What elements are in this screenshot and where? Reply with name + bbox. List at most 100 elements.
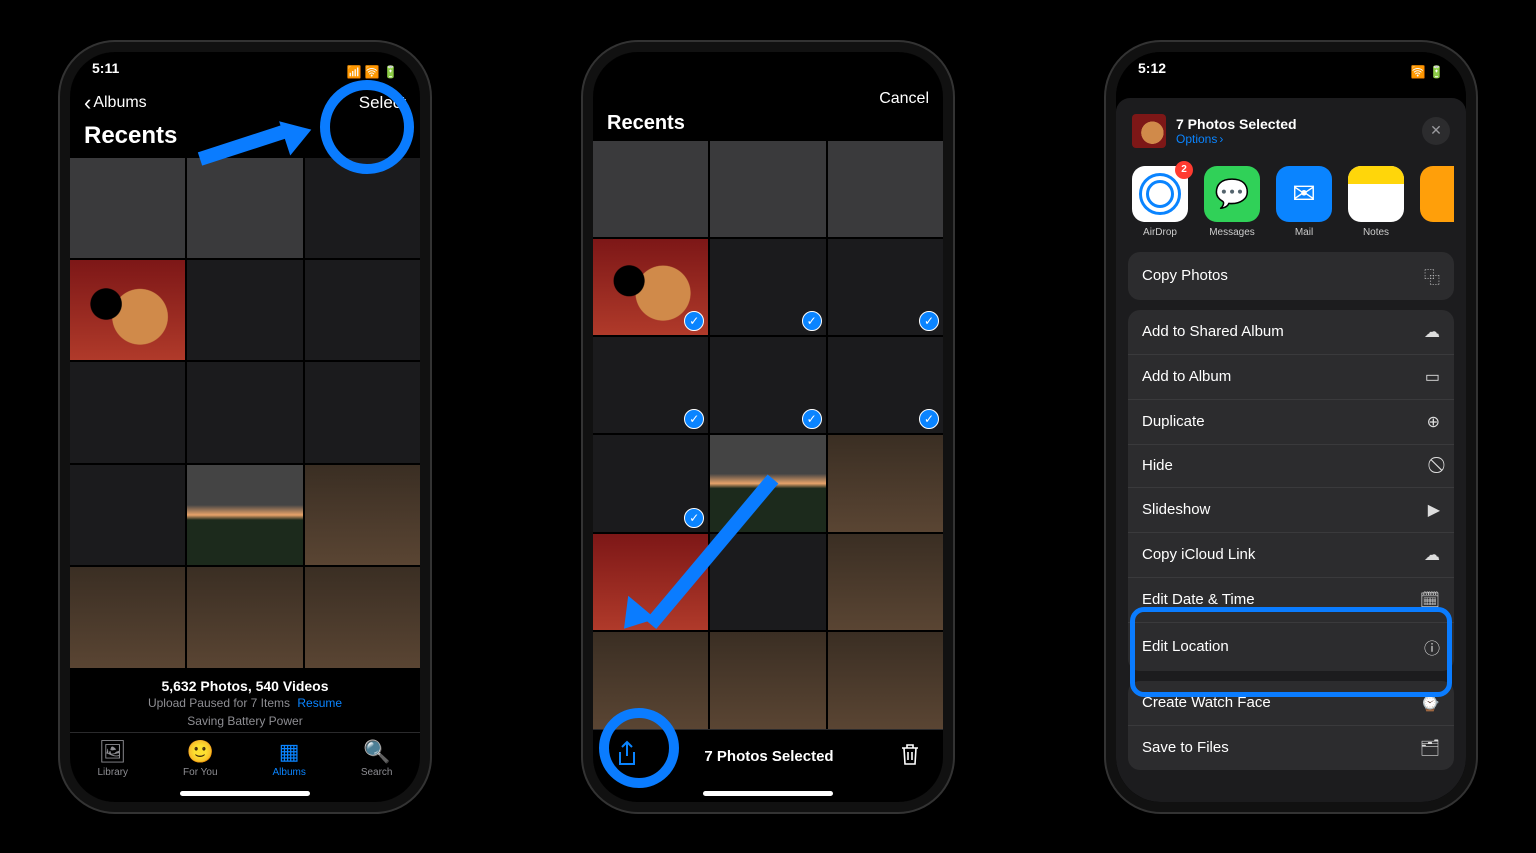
photo-thumb[interactable]: ✓ <box>710 337 825 433</box>
action-copy-photos[interactable]: Copy Photos⿻ <box>1128 252 1454 300</box>
photo-thumb[interactable] <box>593 141 708 237</box>
copy-icon: ⿻ <box>1424 264 1440 288</box>
photo-thumb[interactable] <box>187 158 302 258</box>
photo-thumb[interactable] <box>305 158 420 258</box>
action-duplicate[interactable]: Duplicate⊕ <box>1128 400 1454 445</box>
close-button[interactable]: ✕ <box>1422 117 1450 145</box>
tab-foryou[interactable]: 🙂For You <box>183 739 217 778</box>
photo-grid: ✓ ✓ ✓ ✓ ✓ ✓ ✓ <box>593 141 943 729</box>
photo-thumb[interactable] <box>187 465 302 565</box>
action-shared-album[interactable]: Add to Shared Album☁ <box>1128 310 1454 355</box>
upload-status: Upload Paused for 7 Items Resume <box>70 696 420 714</box>
phone-2: Cancel Recents ✓ ✓ ✓ ✓ ✓ ✓ ✓ 7 Ph <box>583 42 953 812</box>
check-icon: ✓ <box>684 508 704 528</box>
share-app-airdrop[interactable]: 2 AirDrop <box>1132 166 1188 238</box>
photo-thumb[interactable]: ✓ <box>593 239 708 335</box>
action-icloud-link[interactable]: Copy iCloud Link☁ <box>1128 533 1454 578</box>
share-app-notes[interactable]: Notes <box>1348 166 1404 238</box>
home-indicator[interactable] <box>703 791 833 796</box>
photo-thumb[interactable] <box>710 534 825 630</box>
photo-thumb[interactable] <box>710 435 825 531</box>
search-icon: 🔍 <box>363 739 390 765</box>
home-indicator[interactable] <box>180 791 310 796</box>
status-icons: 📶 🛜 🔋 <box>347 60 399 84</box>
resume-link[interactable]: Resume <box>297 696 342 710</box>
photo-grid <box>70 158 420 668</box>
battery-status: Saving Battery Power <box>70 714 420 732</box>
badge: 2 <box>1175 161 1193 179</box>
photo-thumb[interactable] <box>305 260 420 360</box>
share-apps-row: 2 AirDrop 💬 Messages ✉ Mail Notes <box>1128 160 1454 252</box>
trash-icon <box>899 742 921 766</box>
photo-thumb[interactable] <box>828 435 943 531</box>
photo-thumb[interactable] <box>828 141 943 237</box>
back-label: Albums <box>93 94 146 112</box>
sheet-thumbnail <box>1132 114 1166 148</box>
check-icon: ✓ <box>919 311 939 331</box>
back-button[interactable]: ‹ Albums <box>84 92 147 114</box>
check-icon: ✓ <box>919 409 939 429</box>
selection-count: 7 Photos Selected <box>704 748 833 765</box>
share-app-messages[interactable]: 💬 Messages <box>1204 166 1260 238</box>
share-app-mail[interactable]: ✉ Mail <box>1276 166 1332 238</box>
chevron-right-icon: › <box>1219 132 1223 146</box>
photo-thumb[interactable] <box>70 362 185 462</box>
photo-thumb[interactable]: ✓ <box>828 337 943 433</box>
action-edit-datetime[interactable]: Edit Date & Time🗓 <box>1128 578 1454 623</box>
tab-library[interactable]: 🖼Library <box>97 739 128 778</box>
share-button[interactable] <box>615 740 639 774</box>
x-icon: ✕ <box>1430 122 1442 139</box>
photo-thumb[interactable] <box>70 260 185 360</box>
shared-album-icon: ☁ <box>1424 322 1440 342</box>
tab-albums[interactable]: ▦Albums <box>272 739 305 778</box>
photo-thumb[interactable] <box>187 567 302 667</box>
duplicate-icon: ⊕ <box>1427 412 1440 432</box>
photo-thumb[interactable] <box>70 567 185 667</box>
slideshow-icon: ▶ <box>1428 500 1440 520</box>
action-edit-location[interactable]: Edit Locationⓘ <box>1128 623 1454 671</box>
notch <box>688 52 848 78</box>
chevron-left-icon: ‹ <box>84 92 91 114</box>
options-link[interactable]: Options› <box>1176 132 1297 146</box>
messages-icon: 💬 <box>1204 166 1260 222</box>
photo-thumb[interactable] <box>828 632 943 728</box>
notch <box>165 52 325 78</box>
share-app-more[interactable] <box>1420 166 1454 238</box>
photo-thumb[interactable] <box>593 534 708 630</box>
photo-thumb[interactable] <box>70 158 185 258</box>
action-watch-face[interactable]: Create Watch Face⌚ <box>1128 681 1454 726</box>
albums-icon: ▦ <box>279 739 300 765</box>
airdrop-icon: 2 <box>1132 166 1188 222</box>
check-icon: ✓ <box>684 409 704 429</box>
photo-thumb[interactable] <box>593 632 708 728</box>
sheet-title: 7 Photos Selected <box>1176 116 1297 132</box>
delete-button[interactable] <box>899 742 921 772</box>
photo-thumb[interactable] <box>187 362 302 462</box>
photo-thumb[interactable] <box>305 362 420 462</box>
tab-search[interactable]: 🔍Search <box>361 739 393 778</box>
photo-thumb[interactable]: ✓ <box>593 435 708 531</box>
action-add-album[interactable]: Add to Album▭ <box>1128 355 1454 400</box>
page-title: Recents <box>593 112 943 141</box>
photo-thumb[interactable] <box>710 632 825 728</box>
photo-thumb[interactable]: ✓ <box>828 239 943 335</box>
status-icons: 🛜 🔋 <box>1411 60 1444 84</box>
check-icon: ✓ <box>684 311 704 331</box>
photo-thumb[interactable] <box>70 465 185 565</box>
photo-thumb[interactable]: ✓ <box>710 239 825 335</box>
photo-thumb[interactable] <box>828 534 943 630</box>
select-button[interactable]: Select <box>359 93 406 113</box>
action-hide[interactable]: Hide⃠ <box>1128 445 1454 488</box>
info-icon: ⓘ <box>1424 635 1440 659</box>
calendar-icon: 🗓 <box>1420 590 1440 610</box>
photo-thumb[interactable] <box>305 465 420 565</box>
icloud-icon: ☁ <box>1424 545 1440 565</box>
action-slideshow[interactable]: Slideshow▶ <box>1128 488 1454 533</box>
actions-list: Copy Photos⿻ Add to Shared Album☁ Add to… <box>1128 252 1454 802</box>
action-save-files[interactable]: Save to Files🗂 <box>1128 726 1454 770</box>
photo-thumb[interactable] <box>187 260 302 360</box>
cancel-button[interactable]: Cancel <box>879 90 929 108</box>
photo-thumb[interactable]: ✓ <box>593 337 708 433</box>
photo-thumb[interactable] <box>305 567 420 667</box>
photo-thumb[interactable] <box>710 141 825 237</box>
